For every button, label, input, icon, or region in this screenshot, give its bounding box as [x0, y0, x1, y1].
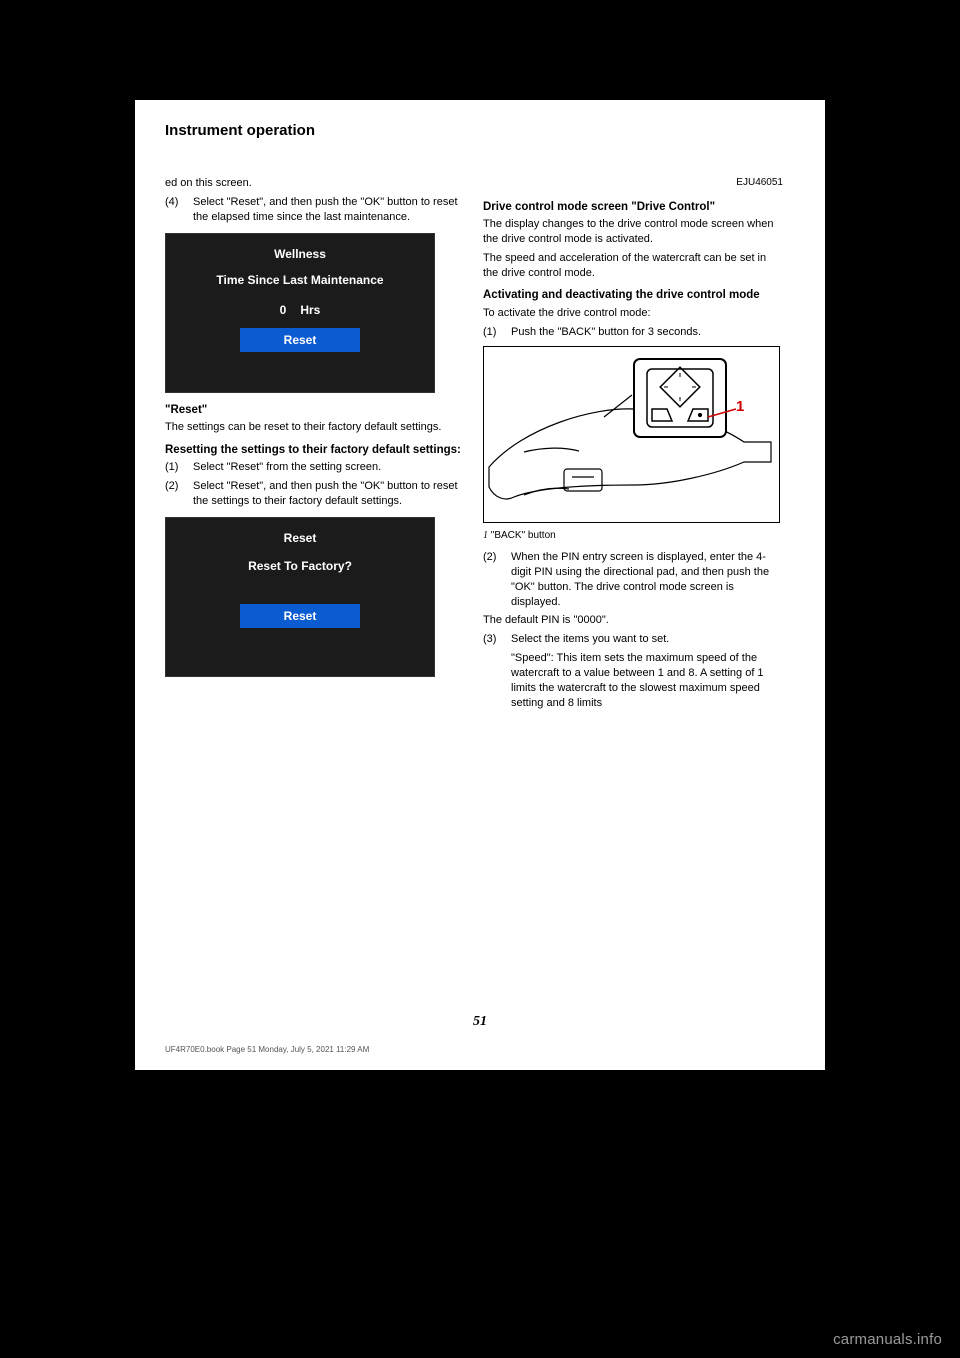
screen-title: Wellness [182, 246, 418, 262]
reset-screen-figure: Reset Reset To Factory? Reset [165, 517, 435, 677]
body-text: The settings can be reset to their facto… [165, 420, 465, 435]
screen-unit: Hrs [300, 302, 320, 318]
step-item: (1) Push the "BACK" button for 3 seconds… [511, 325, 783, 340]
step-text: Select "Reset", and then push the "OK" b… [193, 480, 458, 507]
watermark: carmanuals.info [833, 1331, 942, 1348]
figure-caption: 1 "BACK" button [483, 529, 783, 543]
body-text: ed on this screen. [165, 176, 465, 191]
screen-subtitle: Time Since Last Maintenance [182, 272, 418, 288]
step-item: (1) Select "Reset" from the setting scre… [193, 460, 465, 475]
document-footer-code: UF4R70E0.book Page 51 Monday, July 5, 20… [165, 1045, 369, 1054]
procedure-heading: Activating and deactivating the drive co… [483, 288, 783, 304]
section-heading: Drive control mode screen "Drive Control… [483, 200, 783, 216]
section-title: "Reset" [165, 403, 465, 419]
callout-number: 1 [736, 397, 744, 417]
right-column: EJU46051 Drive control mode screen "Driv… [483, 176, 783, 715]
step-text: When the PIN entry screen is displayed, … [511, 551, 769, 608]
reset-button[interactable]: Reset [240, 328, 360, 352]
handlebar-illustration [484, 347, 779, 522]
body-text: The speed and acceleration of the waterc… [483, 251, 783, 281]
back-button-figure: 1 [483, 346, 780, 523]
step-item: (2) Select "Reset", and then push the "O… [193, 479, 465, 509]
step-item: (4) Select "Reset", and then push the "O… [193, 195, 465, 225]
screen-value-row: 0 Hrs [182, 302, 418, 318]
wellness-screen-figure: Wellness Time Since Last Maintenance 0 H… [165, 233, 435, 393]
step-item: (2) When the PIN entry screen is display… [511, 550, 783, 609]
manual-page: Instrument operation ed on this screen. … [135, 100, 825, 1070]
procedure-heading: Resetting the settings to their factory … [165, 443, 465, 459]
step-number: (1) [483, 325, 496, 340]
wellness-screen: Wellness Time Since Last Maintenance 0 H… [182, 244, 418, 353]
page-header: Instrument operation [165, 122, 795, 139]
step-number: (4) [165, 195, 178, 210]
reset-button[interactable]: Reset [240, 604, 360, 628]
body-text: To activate the drive control mode: [483, 306, 783, 321]
step-item: (3) Select the items you want to set. [511, 632, 783, 647]
screen-subtitle: Reset To Factory? [182, 558, 418, 574]
page-number: 51 [473, 1014, 487, 1030]
step-number: (3) [483, 632, 496, 647]
note-text: The default PIN is "0000". [483, 613, 783, 628]
step-number: (2) [165, 479, 178, 494]
heading-code: EJU46051 [483, 176, 783, 190]
caption-number: 1 [483, 530, 488, 541]
bullet-text: "Speed": This item sets the maximum spee… [511, 651, 783, 710]
screen-value: 0 [280, 302, 287, 318]
step-text: Select "Reset", and then push the "OK" b… [193, 196, 458, 223]
step-number: (1) [165, 460, 178, 475]
step-text: Select the items you want to set. [511, 633, 669, 645]
step-text: Push the "BACK" button for 3 seconds. [511, 326, 701, 338]
screen-title: Reset [182, 530, 418, 546]
reset-screen: Reset Reset To Factory? Reset [182, 528, 418, 628]
caption-text: "BACK" button [491, 530, 556, 541]
step-number: (2) [483, 550, 496, 565]
body-text: The display changes to the drive control… [483, 217, 783, 247]
step-text: Select "Reset" from the setting screen. [193, 461, 381, 473]
left-column: ed on this screen. (4) Select "Reset", a… [165, 176, 465, 687]
